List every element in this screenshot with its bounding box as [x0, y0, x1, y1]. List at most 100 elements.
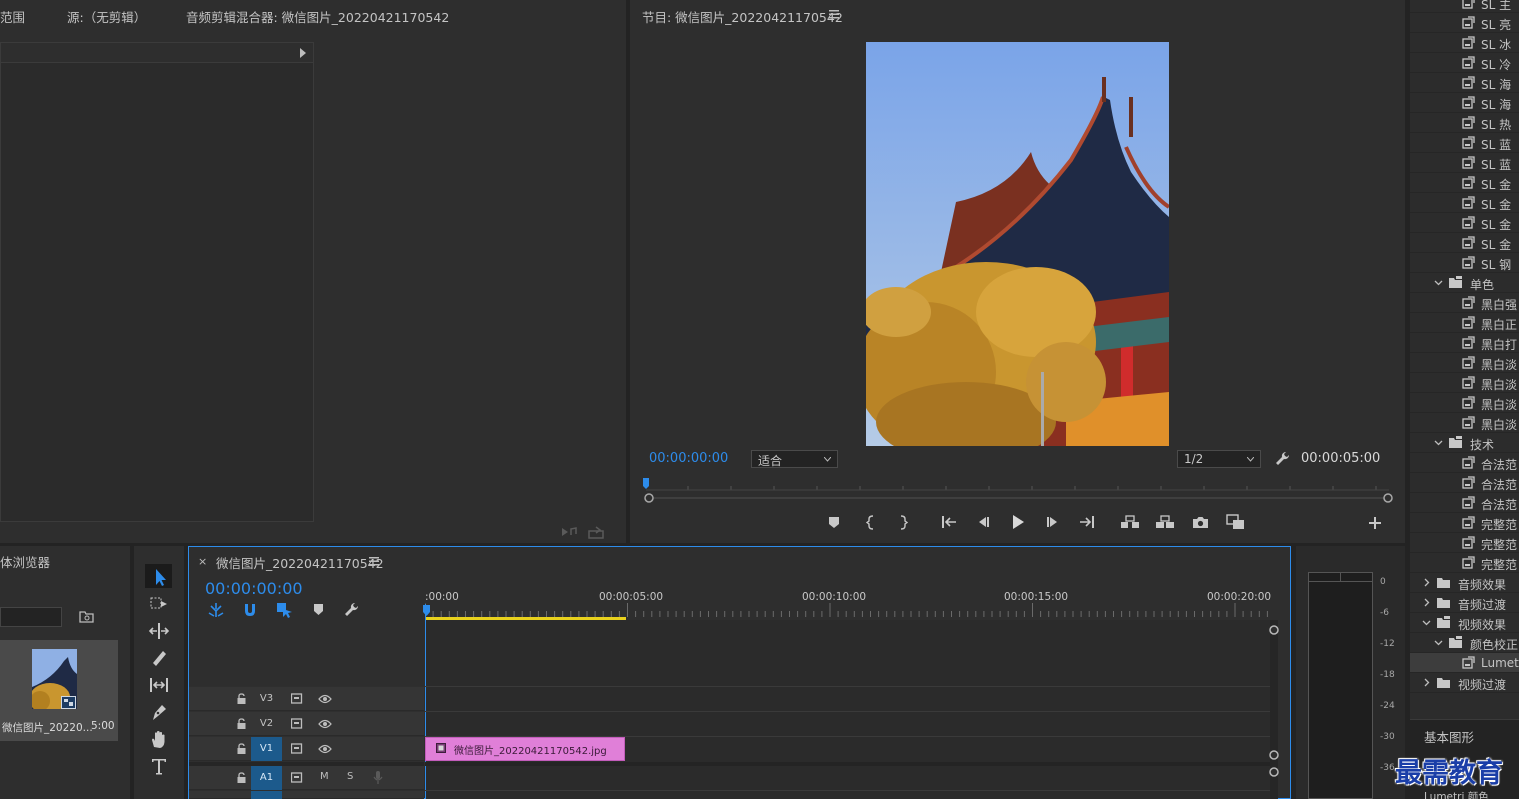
sync-lock-icon[interactable] — [291, 693, 304, 704]
track-header-v3[interactable]: V3 — [189, 687, 424, 711]
effects-item[interactable]: SL 海 — [1410, 93, 1519, 113]
effects-item[interactable]: 音频过渡 — [1410, 593, 1519, 613]
effects-item[interactable]: 黑白打 — [1410, 333, 1519, 353]
chevron-right-icon[interactable] — [1422, 596, 1431, 609]
resolution-dropdown[interactable]: 1/2 — [1177, 450, 1261, 468]
effects-item[interactable]: 黑白正 — [1410, 313, 1519, 333]
close-tab-icon[interactable]: × — [198, 555, 207, 568]
chevron-down-icon[interactable] — [1434, 636, 1443, 649]
effects-item[interactable]: SL 金 — [1410, 173, 1519, 193]
eye-icon[interactable] — [318, 719, 332, 729]
timeline-add-marker-icon[interactable] — [313, 603, 324, 616]
effects-item[interactable]: 音频效果 — [1410, 573, 1519, 593]
chevron-right-icon[interactable] — [1422, 576, 1431, 589]
new-bin-search-icon[interactable] — [79, 610, 94, 623]
project-search-input[interactable] — [0, 607, 62, 627]
type-tool-icon[interactable] — [147, 755, 171, 777]
effects-item[interactable]: SL 金 — [1410, 193, 1519, 213]
effects-item[interactable]: 颜色校正 — [1410, 633, 1519, 653]
snap-magnet-icon[interactable] — [242, 602, 258, 618]
track-lock-icon[interactable] — [237, 693, 246, 704]
effects-item[interactable]: 完整范 — [1410, 553, 1519, 573]
pen-tool-icon[interactable] — [147, 701, 171, 723]
track-header-v2[interactable]: V2 — [189, 712, 424, 736]
effects-item[interactable]: Lumetri — [1410, 653, 1519, 673]
effects-item[interactable]: SL 蓝 — [1410, 153, 1519, 173]
scroll-handle-top[interactable] — [1268, 624, 1280, 636]
ripple-edit-tool-icon[interactable] — [147, 620, 171, 642]
mute-button[interactable]: M — [320, 771, 329, 782]
effects-item[interactable]: SL 主 — [1410, 0, 1519, 13]
chevron-down-icon[interactable] — [1434, 276, 1443, 289]
effects-item[interactable]: 黑白淡 — [1410, 393, 1519, 413]
track-lock-icon[interactable] — [237, 718, 246, 729]
effects-item[interactable]: 合法范 — [1410, 473, 1519, 493]
zoom-dropdown[interactable]: 适合 — [751, 450, 838, 468]
go-to-in-icon[interactable] — [941, 515, 957, 529]
sync-lock-icon[interactable] — [291, 743, 304, 754]
track-name-v2[interactable]: V2 — [251, 712, 282, 736]
chevron-down-icon[interactable] — [1422, 616, 1431, 629]
chevron-right-icon[interactable] — [1422, 676, 1431, 689]
add-marker-icon[interactable] — [828, 516, 840, 529]
effects-item[interactable]: 完整范 — [1410, 513, 1519, 533]
effects-item[interactable]: 完整范 — [1410, 533, 1519, 553]
effects-item[interactable]: SL 热 — [1410, 113, 1519, 133]
effects-item[interactable]: 黑白淡 — [1410, 373, 1519, 393]
effects-item[interactable]: 黑白淡 — [1410, 353, 1519, 373]
extract-icon[interactable] — [1155, 515, 1175, 529]
eye-icon[interactable] — [318, 744, 332, 754]
wrench-icon[interactable] — [1275, 451, 1290, 466]
effects-item[interactable]: 合法范 — [1410, 493, 1519, 513]
playhead-icon[interactable] — [422, 604, 431, 618]
tab-partial-range[interactable]: 范围 — [0, 7, 25, 26]
chevron-down-icon[interactable] — [1434, 436, 1443, 449]
razor-tool-icon[interactable] — [147, 647, 171, 669]
track-lock-icon[interactable] — [237, 772, 246, 783]
timeline-timecode[interactable]: 00:00:00:00 — [205, 579, 303, 598]
slip-tool-icon[interactable] — [147, 674, 171, 696]
voiceover-mic-icon[interactable] — [373, 770, 383, 785]
export-icon[interactable] — [588, 526, 604, 539]
track-lock-icon[interactable] — [237, 743, 246, 754]
program-current-timecode[interactable]: 00:00:00:00 — [649, 451, 728, 466]
scroll-handle-bottom[interactable] — [1268, 749, 1280, 761]
hand-tool-icon[interactable] — [147, 728, 171, 750]
effects-item[interactable]: SL 金 — [1410, 213, 1519, 233]
export-frame-camera-icon[interactable] — [1192, 515, 1209, 529]
panel-menu-icon[interactable] — [829, 10, 839, 19]
program-scrub-bar[interactable] — [640, 476, 1395, 506]
lumetri-color-label[interactable]: Lumetri 颜色 — [1424, 789, 1489, 799]
effects-item[interactable]: SL 冷 — [1410, 53, 1519, 73]
tab-audio-clip-mixer[interactable]: 音频剪辑混合器: 微信图片_20220421170542 — [186, 7, 449, 26]
drop-audio-icon[interactable] — [560, 526, 578, 538]
add-button-icon[interactable] — [1369, 517, 1381, 529]
track-name-v3[interactable]: V3 — [251, 687, 282, 711]
timeline-tab-title[interactable]: 微信图片_20220421170542 — [216, 553, 384, 572]
effects-item[interactable]: 视频过渡 — [1410, 673, 1519, 693]
timeline-settings-wrench-icon[interactable] — [344, 602, 359, 617]
step-forward-icon[interactable] — [1046, 516, 1060, 528]
effects-item[interactable]: SL 亮 — [1410, 13, 1519, 33]
effects-item[interactable]: SL 金 — [1410, 233, 1519, 253]
effects-item[interactable]: 黑白淡 — [1410, 413, 1519, 433]
effects-item[interactable]: SL 蓝 — [1410, 133, 1519, 153]
effects-item[interactable]: 技术 — [1410, 433, 1519, 453]
audio-scroll-handle[interactable] — [1268, 766, 1280, 778]
clip-thumbnail-card[interactable]: 微信图片_20220... 5:00 — [0, 640, 118, 741]
essential-graphics-label[interactable]: 基本图形 — [1424, 727, 1474, 746]
effects-item[interactable]: 视频效果 — [1410, 613, 1519, 633]
effects-item[interactable]: SL 冰 — [1410, 33, 1519, 53]
expand-right-icon[interactable] — [299, 48, 307, 58]
solo-button[interactable]: S — [347, 771, 353, 782]
sync-lock-icon[interactable] — [291, 718, 304, 729]
effects-item[interactable]: SL 海 — [1410, 73, 1519, 93]
play-icon[interactable] — [1011, 514, 1025, 530]
sync-lock-icon[interactable] — [291, 772, 304, 783]
track-header-a1[interactable]: A1 M S — [189, 766, 424, 790]
go-to-out-icon[interactable] — [1079, 515, 1095, 529]
nest-sequence-icon[interactable] — [207, 602, 225, 618]
timeline-clip[interactable]: 微信图片_20220421170542.jpg — [425, 737, 625, 761]
track-name-v1[interactable]: V1 — [251, 737, 282, 761]
effects-item[interactable]: 黑白强 — [1410, 293, 1519, 313]
